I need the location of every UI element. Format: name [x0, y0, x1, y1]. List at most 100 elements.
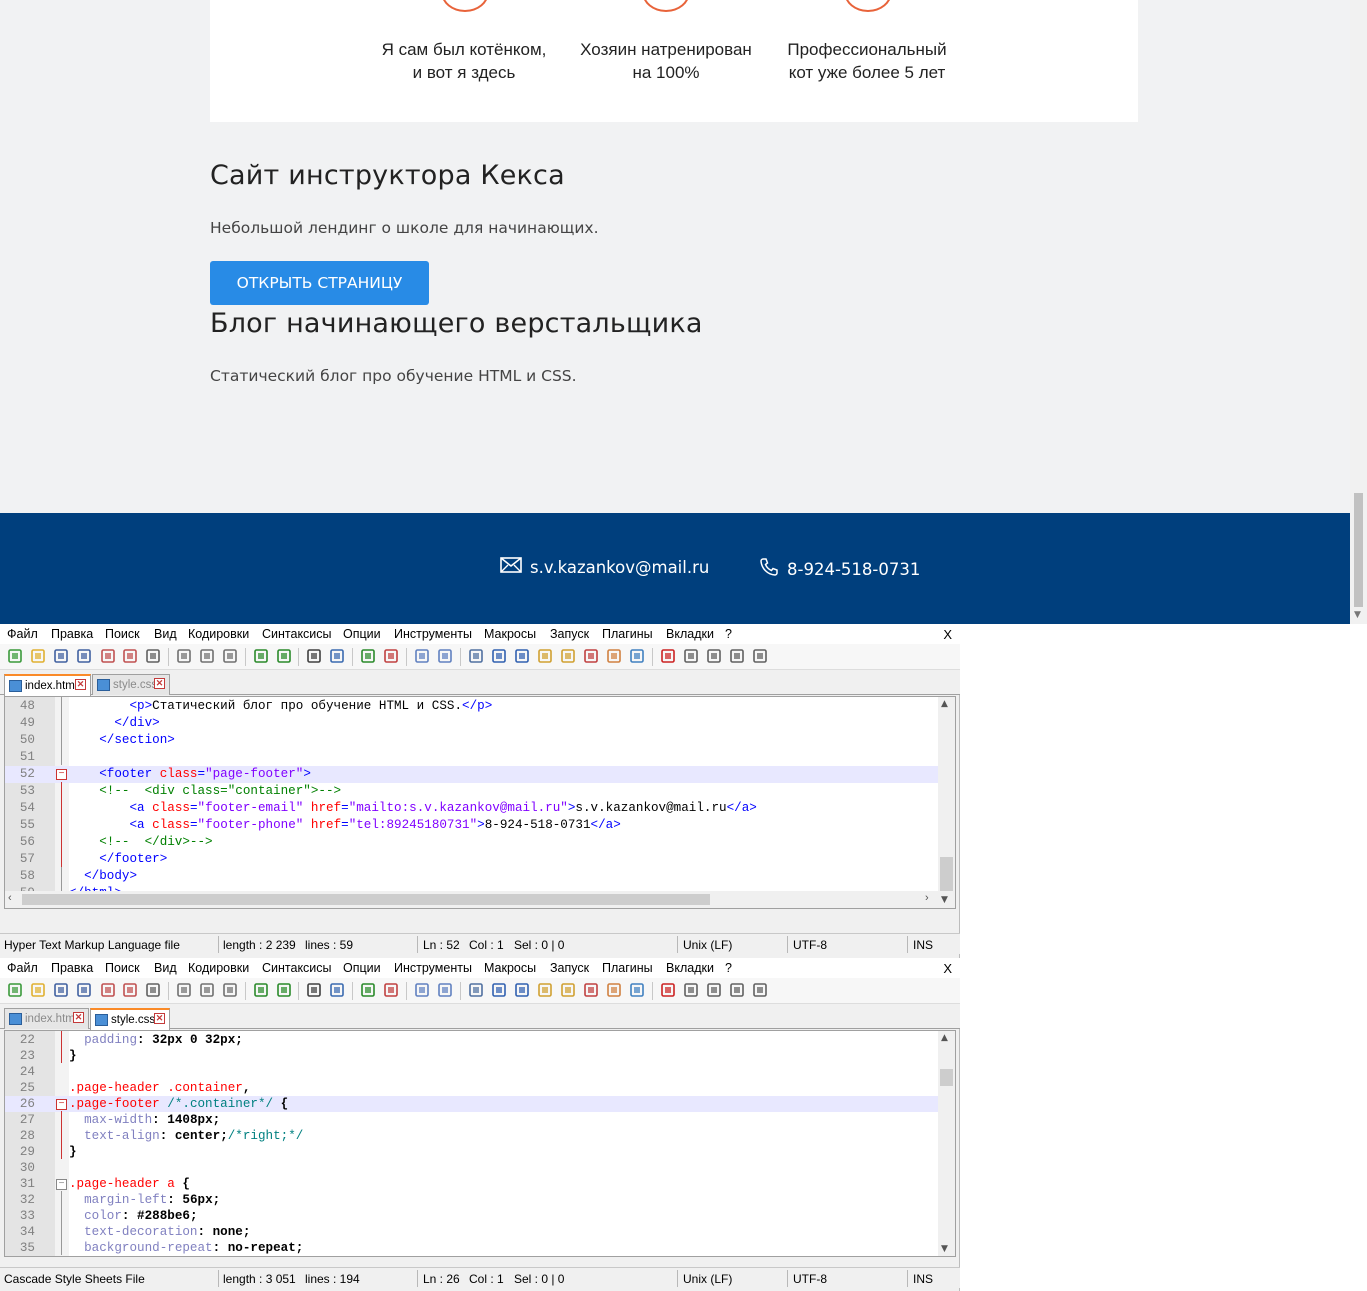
- menu-item[interactable]: Поиск: [105, 961, 140, 975]
- undo-icon[interactable]: [253, 982, 269, 998]
- code-line[interactable]: 32 margin-left: 56px;: [5, 1192, 938, 1208]
- find-icon[interactable]: [306, 982, 322, 998]
- new-file-icon[interactable]: [7, 982, 23, 998]
- save-all-icon[interactable]: [76, 982, 92, 998]
- new-file-icon[interactable]: [7, 648, 23, 664]
- doc-map-icon[interactable]: [560, 648, 576, 664]
- code-line[interactable]: 29}: [5, 1144, 938, 1160]
- code-line[interactable]: 25 .page-header .container,: [5, 1080, 938, 1096]
- menu-item[interactable]: Инструменты: [394, 627, 472, 641]
- code-line[interactable]: 53 <!-- <div class="container">-->: [5, 783, 938, 800]
- zoom-out-icon[interactable]: [383, 982, 399, 998]
- record-macro-icon[interactable]: [660, 982, 676, 998]
- code-line[interactable]: 35 background-repeat: no-repeat;: [5, 1240, 938, 1256]
- code-line[interactable]: 23}: [5, 1048, 938, 1064]
- code-editor[interactable]: 22 padding: 32px 0 32px; 23} 24 25 .page-hea…: [4, 1030, 956, 1257]
- folder-as-ws-icon[interactable]: [606, 648, 622, 664]
- function-list-icon[interactable]: [583, 648, 599, 664]
- tab-index-html[interactable]: index.html ✕: [4, 674, 91, 696]
- code-line[interactable]: 24: [5, 1064, 938, 1080]
- vertical-scrollbar[interactable]: ▲ ▼: [938, 697, 955, 908]
- code-line[interactable]: 28 text-align: center;/*right;*/: [5, 1128, 938, 1144]
- sync-v-icon[interactable]: [414, 648, 430, 664]
- scrollbar-thumb[interactable]: [1354, 493, 1363, 607]
- fold-toggle-icon[interactable]: −: [56, 1179, 67, 1190]
- scroll-left-icon[interactable]: ‹: [8, 892, 12, 904]
- browser-scrollbar[interactable]: ▼: [1350, 0, 1367, 624]
- close-icon[interactable]: [100, 648, 116, 664]
- tab-index-html[interactable]: index.html ✕: [4, 1008, 89, 1029]
- scrollbar-thumb[interactable]: [940, 1069, 953, 1086]
- save-macro-icon[interactable]: [752, 648, 768, 664]
- menu-item[interactable]: Файл: [7, 961, 38, 975]
- close-all-icon[interactable]: [122, 982, 138, 998]
- code-line[interactable]: 49 </div>: [5, 715, 938, 732]
- scroll-down-icon[interactable]: ▼: [941, 895, 948, 905]
- scroll-up-icon[interactable]: ▲: [941, 699, 948, 709]
- menu-item[interactable]: Правка: [51, 961, 93, 975]
- print-icon[interactable]: [145, 648, 161, 664]
- fold-toggle-icon[interactable]: −: [56, 1099, 67, 1110]
- play-macro-icon[interactable]: [706, 648, 722, 664]
- code-line[interactable]: 26 .page-footer /*.container*/ {: [5, 1096, 938, 1112]
- folder-as-ws-icon[interactable]: [606, 982, 622, 998]
- paste-icon[interactable]: [222, 982, 238, 998]
- menu-item[interactable]: Кодировки: [188, 627, 249, 641]
- scroll-down-icon[interactable]: ▼: [1354, 610, 1361, 620]
- open-icon[interactable]: [30, 982, 46, 998]
- menu-item[interactable]: Опции: [343, 961, 381, 975]
- cut-icon[interactable]: [176, 982, 192, 998]
- close-tab-icon[interactable]: ✕: [154, 678, 165, 689]
- sync-h-icon[interactable]: [437, 982, 453, 998]
- sync-h-icon[interactable]: [437, 648, 453, 664]
- menu-item[interactable]: Вкладки: [666, 961, 714, 975]
- horizontal-scrollbar[interactable]: ‹ ›: [5, 891, 938, 908]
- menu-item[interactable]: Синтаксисы: [262, 627, 332, 641]
- code-line[interactable]: 50 </section>: [5, 732, 938, 749]
- code-line[interactable]: 27 max-width: 1408px;: [5, 1112, 938, 1128]
- code-line[interactable]: 34 text-decoration: none;: [5, 1224, 938, 1240]
- indent-guide-icon[interactable]: [514, 982, 530, 998]
- print-icon[interactable]: [145, 982, 161, 998]
- save-icon[interactable]: [53, 648, 69, 664]
- udl-icon[interactable]: [537, 982, 553, 998]
- copy-icon[interactable]: [199, 648, 215, 664]
- save-all-icon[interactable]: [76, 648, 92, 664]
- monitor-icon[interactable]: [629, 648, 645, 664]
- indent-guide-icon[interactable]: [514, 648, 530, 664]
- function-list-icon[interactable]: [583, 982, 599, 998]
- menu-item[interactable]: Вкладки: [666, 627, 714, 641]
- scrollbar-thumb[interactable]: [22, 894, 710, 905]
- save-icon[interactable]: [53, 982, 69, 998]
- run-macro-multiple-icon[interactable]: [729, 648, 745, 664]
- code-line[interactable]: 33 color: #288be6;: [5, 1208, 938, 1224]
- menu-item[interactable]: Вид: [154, 961, 177, 975]
- stop-macro-icon[interactable]: [683, 982, 699, 998]
- replace-icon[interactable]: [329, 648, 345, 664]
- copy-icon[interactable]: [199, 982, 215, 998]
- code-line[interactable]: 54 <a class="footer-email" href="mailto:…: [5, 800, 938, 817]
- menu-item[interactable]: Запуск: [550, 961, 589, 975]
- menu-item[interactable]: Запуск: [550, 627, 589, 641]
- redo-icon[interactable]: [276, 982, 292, 998]
- close-icon[interactable]: [100, 982, 116, 998]
- code-line[interactable]: 48 <p>Статический блог про обучение HTML…: [5, 698, 938, 715]
- menu-item[interactable]: Поиск: [105, 627, 140, 641]
- redo-icon[interactable]: [276, 648, 292, 664]
- close-window-button[interactable]: X: [943, 961, 952, 976]
- sync-v-icon[interactable]: [414, 982, 430, 998]
- code-line[interactable]: 56 <!-- </div>-->: [5, 834, 938, 851]
- fold-toggle-icon[interactable]: −: [56, 769, 67, 780]
- record-macro-icon[interactable]: [660, 648, 676, 664]
- scrollbar-thumb[interactable]: [940, 857, 953, 891]
- monitor-icon[interactable]: [629, 982, 645, 998]
- menu-item[interactable]: ?: [725, 627, 732, 641]
- udl-icon[interactable]: [537, 648, 553, 664]
- close-tab-icon[interactable]: ✕: [154, 1013, 165, 1024]
- tab-style-css[interactable]: style.css ✕: [90, 1008, 170, 1030]
- footer-phone-link[interactable]: 8-924-518-0731: [759, 557, 920, 581]
- menu-item[interactable]: Правка: [51, 627, 93, 641]
- open-page-button[interactable]: ОТКРЫТЬ СТРАНИЦУ: [210, 261, 429, 305]
- code-line[interactable]: 58 </body>: [5, 868, 938, 885]
- run-macro-multiple-icon[interactable]: [729, 982, 745, 998]
